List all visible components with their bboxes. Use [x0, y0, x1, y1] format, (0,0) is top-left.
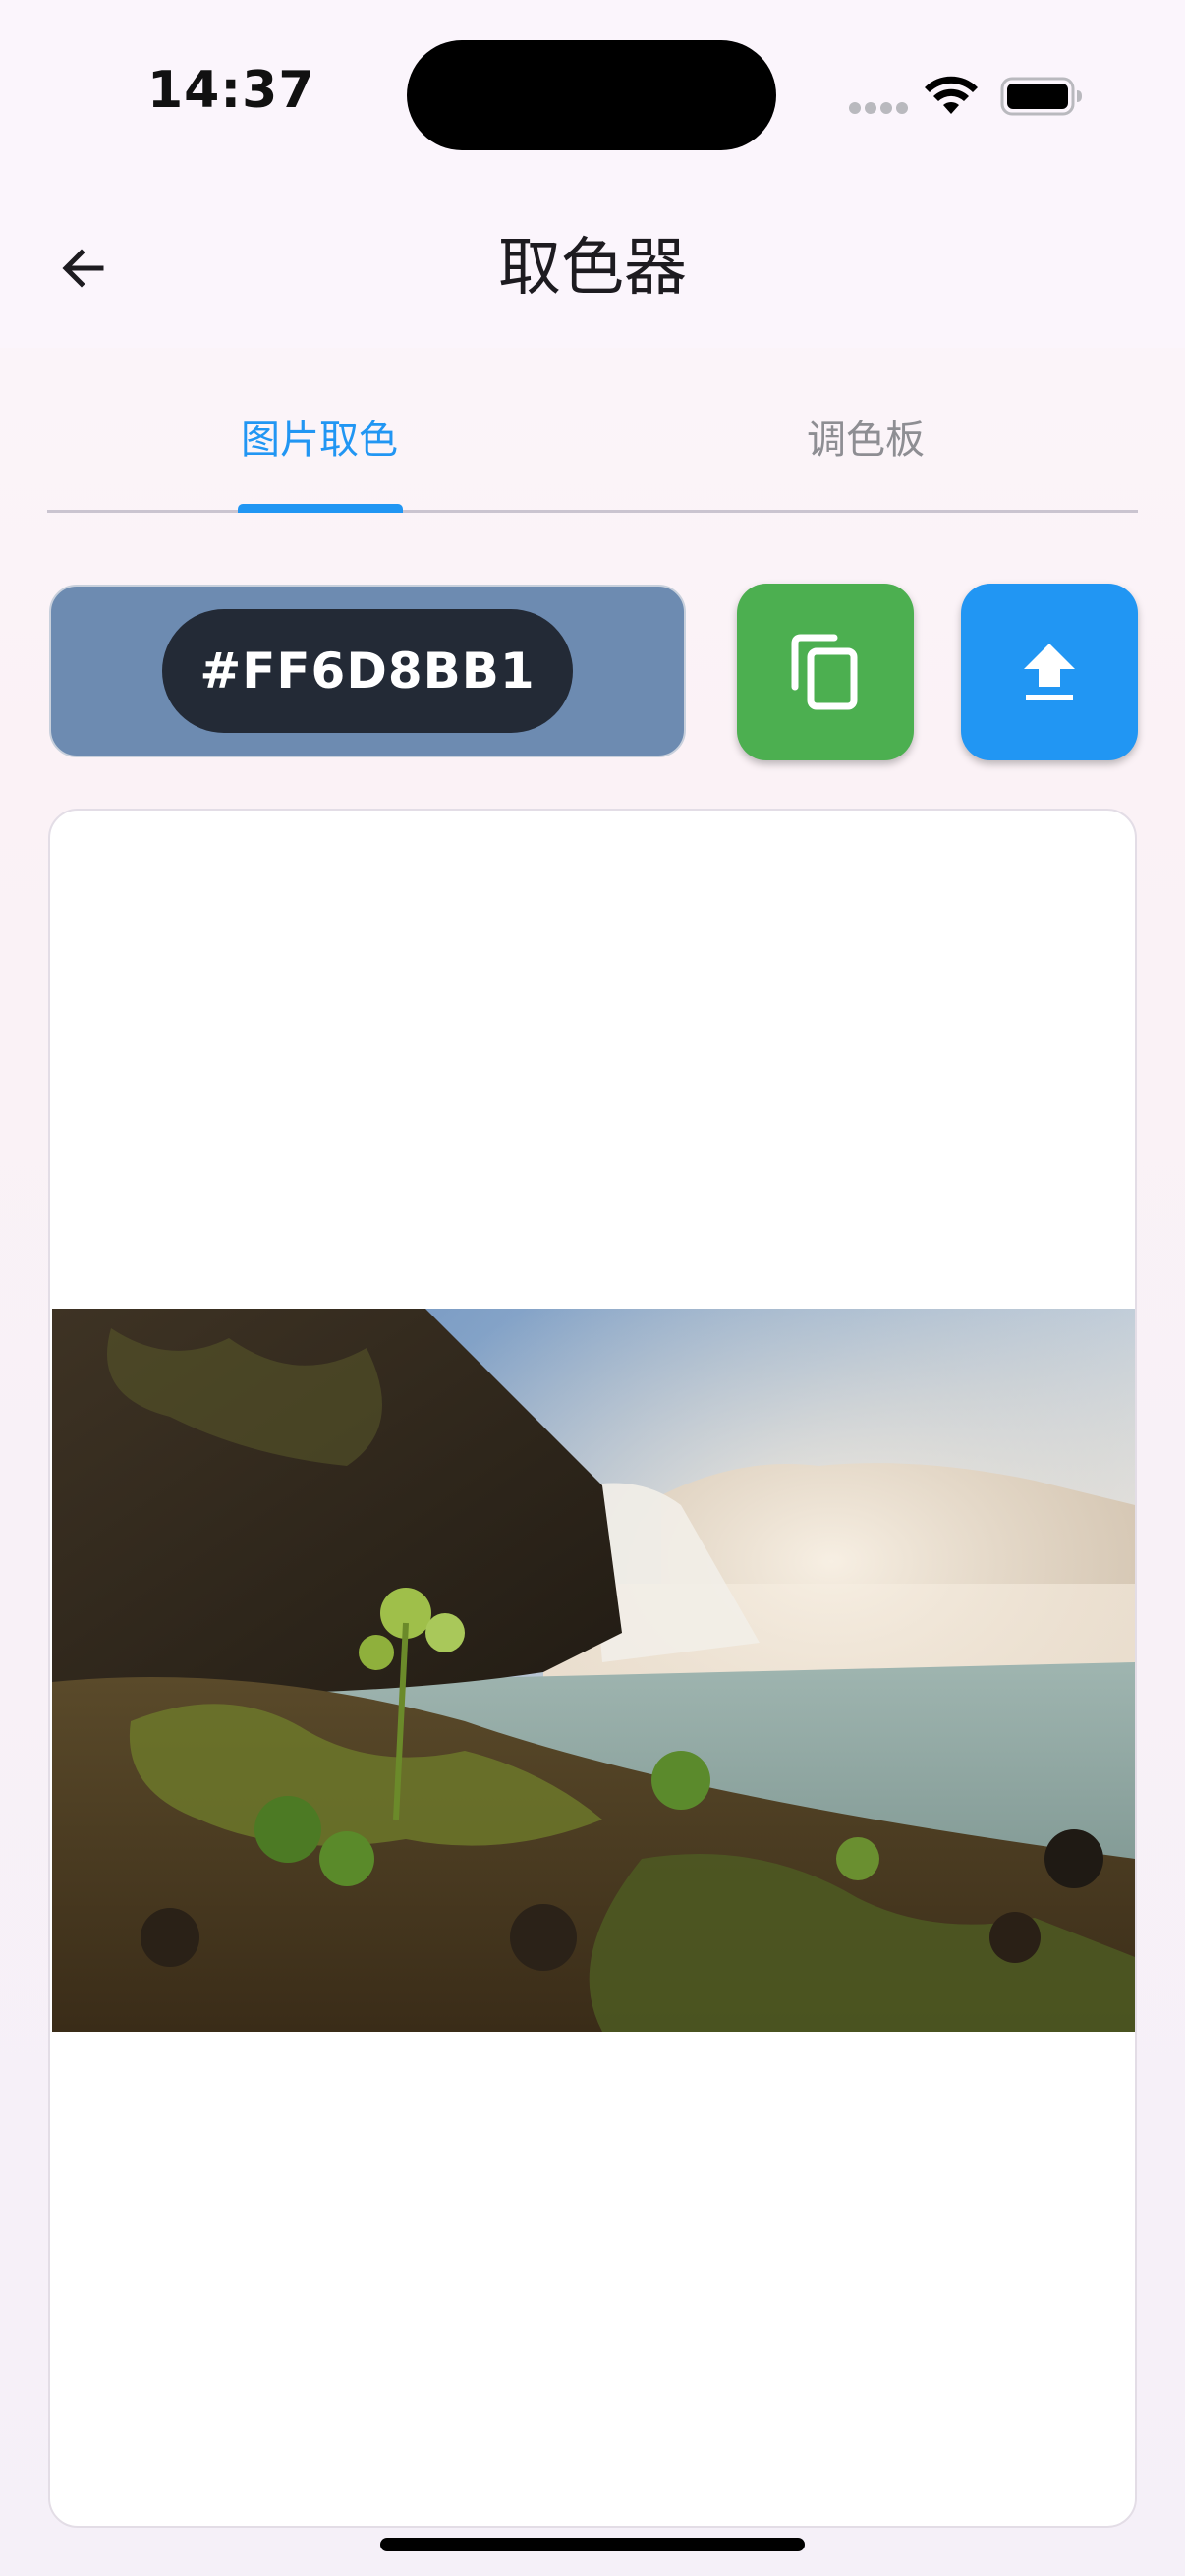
cellular-signal-icon: [849, 102, 908, 116]
wifi-icon: [925, 76, 978, 114]
tab-bar: 图片取色 调色板: [47, 393, 1138, 513]
image-card[interactable]: [48, 809, 1137, 2528]
copy-icon: [791, 634, 858, 710]
upload-icon: [1024, 644, 1075, 700]
upload-button[interactable]: [961, 584, 1138, 760]
status-time: 14:37: [147, 61, 315, 120]
home-indicator: [380, 2538, 805, 2551]
battery-icon: [1000, 77, 1082, 116]
tab-divider: [47, 510, 1138, 513]
tab-palette[interactable]: 调色板: [593, 393, 1138, 511]
copy-button[interactable]: [737, 584, 914, 760]
color-preview: #FF6D8BB1: [49, 585, 686, 757]
page-title: 取色器: [498, 232, 687, 305]
dynamic-island: [407, 40, 776, 150]
tab-image-picker[interactable]: 图片取色: [47, 393, 592, 511]
waterfall-photo[interactable]: [52, 1309, 1135, 2032]
hex-value: #FF6D8BB1: [162, 609, 573, 733]
tab-indicator: [238, 504, 403, 513]
